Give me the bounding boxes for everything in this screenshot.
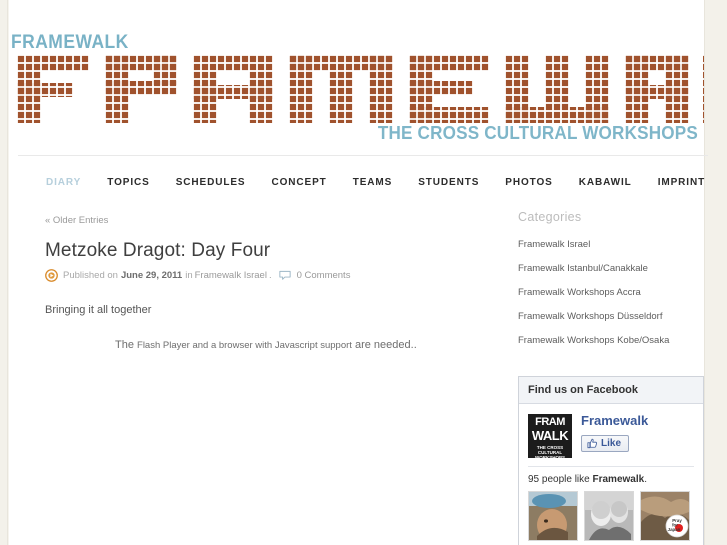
facebook-widget-header: Find us on Facebook	[519, 377, 703, 404]
avatar-photo-sabine	[585, 492, 633, 540]
site-header: FRAMEWALK THE CROSS CULTURAL WORKSHOPS	[9, 0, 704, 148]
meta-comments-link[interactable]: 0 Comments	[297, 270, 351, 281]
facebook-like-count: 95 people like Framewalk.	[519, 467, 703, 491]
post-title: Metzoke Dragot: Day Four	[45, 240, 271, 261]
main-column: « Older Entries Metzoke Dragot: Day Four…	[45, 210, 495, 351]
flash-notice-post: are needed..	[351, 339, 417, 352]
older-entries-link[interactable]: « Older Entries	[45, 215, 108, 226]
avatar-photo-gokhan	[529, 492, 577, 540]
page-root: FRAMEWALK THE CROSS CULTURAL WORKSHOPS D…	[0, 0, 727, 545]
avatar-line-1: FRAM	[535, 416, 565, 428]
facebook-count-prefix: 95 people like	[528, 474, 593, 485]
nav-item-kabawil[interactable]: KABAWIL	[579, 177, 632, 188]
category-link-framewalk-israel[interactable]: Framewalk Israel	[518, 239, 590, 250]
avatar[interactable]: Pray for Japan	[640, 491, 690, 541]
meta-in-label: in	[185, 269, 193, 281]
facebook-page-name-link[interactable]: Framewalk	[581, 413, 694, 428]
avatar[interactable]	[528, 491, 578, 541]
post-body-text: Bringing it all together	[45, 303, 152, 316]
list-item: Framewalk Israel	[518, 234, 708, 252]
comment-bubble-icon	[278, 270, 291, 280]
flash-notice-mid: Flash Player and a browser with Javascri…	[137, 340, 352, 352]
list-item: Framewalk Workshops Kobe/Osaka	[518, 330, 708, 348]
facebook-page-row: FRAM WALK THE CROSS CULTURAL WORKSHOPS F…	[519, 404, 703, 466]
category-link-workshops-dusseldorf[interactable]: Framewalk Workshops Düsseldorf	[518, 311, 662, 322]
page-sheet: FRAMEWALK THE CROSS CULTURAL WORKSHOPS D…	[9, 0, 708, 545]
list-item: Framewalk Workshops Düsseldorf	[518, 306, 708, 324]
facebook-friend-faces: Gökhan	[519, 491, 703, 545]
list-item: Framewalk Istanbul/Canakkale	[518, 258, 708, 276]
main-navigation: DIARY TOPICS SCHEDULES CONCEPT TEAMS STU…	[18, 168, 708, 196]
flash-notice-pre: The	[115, 339, 138, 352]
list-item: Framewalk Workshops Accra	[518, 282, 708, 300]
nav-item-topics[interactable]: TOPICS	[107, 177, 149, 188]
nav-item-imprint[interactable]: IMPRINT	[658, 177, 705, 188]
thumbs-up-icon	[587, 438, 597, 449]
facebook-count-page-name: Framewalk	[592, 474, 645, 485]
category-link-workshops-accra[interactable]: Framewalk Workshops Accra	[518, 287, 641, 298]
nav-item-photos[interactable]: PHOTOS	[505, 177, 552, 188]
framewalk-avatar: FRAM WALK THE CROSS CULTURAL WORKSHOPS	[528, 414, 572, 458]
avatar[interactable]	[584, 491, 634, 541]
svg-text:Japan: Japan	[668, 527, 681, 532]
nav-item-teams[interactable]: TEAMS	[353, 177, 393, 188]
meta-category-suffix: .	[268, 269, 272, 281]
avatar-line-3: THE CROSS CULTURAL WORKSHOPS	[534, 445, 565, 458]
post-meta: Published on June 29, 2011 in Framewalk …	[45, 268, 495, 282]
nav-item-students[interactable]: STUDENTS	[418, 177, 479, 188]
page-left-edge	[0, 0, 8, 545]
meta-published-label: Published on	[63, 269, 118, 281]
list-item[interactable]: Sabine	[584, 491, 634, 545]
facebook-like-label: Like	[601, 438, 622, 450]
list-item[interactable]: Pray for Japan Saori	[640, 491, 690, 545]
avatar-photo-saori: Pray for Japan	[641, 492, 689, 540]
header-divider	[18, 155, 708, 156]
nav-item-concept[interactable]: CONCEPT	[271, 177, 326, 188]
category-link-framewalk-istanbul[interactable]: Framewalk Istanbul/Canakkale	[518, 263, 648, 274]
category-link-workshops-kobe-osaka[interactable]: Framewalk Workshops Kobe/Osaka	[518, 335, 669, 346]
brand-small-wordmark: FRAMEWALK	[11, 32, 129, 53]
flash-player-notice: The Flash Player and a browser with Java…	[115, 339, 495, 351]
facebook-like-box: Find us on Facebook FRAM WALK THE CROSS …	[518, 376, 704, 545]
meta-category-link[interactable]: Framewalk Israel	[195, 270, 267, 281]
meta-date: June 29, 2011	[120, 269, 183, 281]
facebook-like-button[interactable]: Like	[581, 435, 630, 453]
nav-item-diary[interactable]: DIARY	[46, 177, 81, 188]
nav-item-schedules[interactable]: SCHEDULES	[176, 177, 246, 188]
clock-icon	[45, 268, 58, 282]
categories-heading: Categories	[518, 210, 582, 224]
facebook-page-info: Framewalk Like	[581, 413, 694, 458]
facebook-count-suffix: .	[644, 474, 647, 485]
framewalk-dotted-logo	[9, 55, 704, 123]
list-item[interactable]: Gökhan	[528, 491, 578, 545]
logo-svg	[17, 55, 704, 123]
sidebar: Categories Framewalk Israel Framewalk Is…	[518, 210, 708, 545]
avatar-line-2: WALK	[531, 428, 569, 443]
categories-list: Framewalk Israel Framewalk Istanbul/Cana…	[518, 234, 708, 348]
site-tagline: THE CROSS CULTURAL WORKSHOPS	[377, 123, 698, 143]
